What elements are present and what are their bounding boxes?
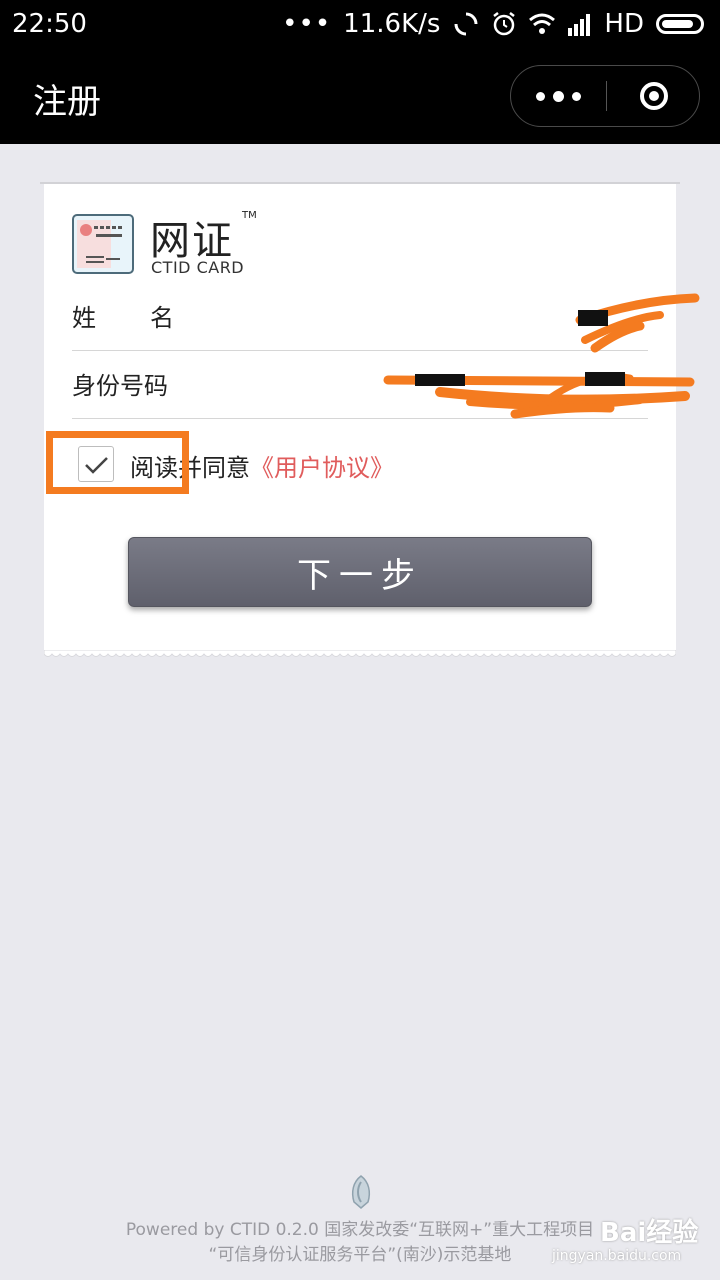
watermark-brand: Bai经验 <box>600 1218 699 1248</box>
network-type: HD <box>604 9 644 39</box>
battery-level <box>662 20 693 28</box>
alarm-icon <box>493 12 516 36</box>
status-time: 22:50 <box>12 9 87 39</box>
divider <box>72 418 648 419</box>
brand-subtitle: CTID CARD <box>151 258 245 277</box>
highlight-annotation <box>46 431 189 494</box>
trademark-mark: TM <box>242 210 257 221</box>
page-title: 注册 <box>33 82 101 122</box>
signal-icon <box>568 14 591 36</box>
target-icon <box>639 82 668 110</box>
dot-icon <box>536 91 545 101</box>
navigation-bar: 注册 <box>0 50 720 144</box>
status-indicators: ••• 11.6K/s HD <box>282 9 704 39</box>
id-number-label: 身份号码 <box>72 372 168 400</box>
divider <box>72 350 648 351</box>
id-number-field[interactable]: 身份号码 <box>72 352 648 418</box>
watermark-url: jingyan.baidu.com <box>552 1248 682 1264</box>
more-button[interactable] <box>511 66 606 126</box>
close-mini-program-button[interactable] <box>607 66 700 126</box>
network-speed: 11.6K/s <box>343 9 441 39</box>
battery-icon <box>656 14 704 34</box>
mini-program-capsule <box>510 65 700 127</box>
more-notifications-icon: ••• <box>282 9 332 39</box>
ctid-shield-icon <box>351 1175 371 1209</box>
dot-icon <box>553 90 564 102</box>
name-field[interactable]: 姓名 <box>72 284 648 350</box>
user-agreement-link[interactable]: 《用户协议》 <box>250 454 394 482</box>
next-step-button[interactable]: 下一步 <box>128 537 592 607</box>
dot-icon <box>572 91 581 101</box>
name-label: 姓名 <box>72 304 228 332</box>
sync-icon <box>454 12 478 36</box>
card-wavy-edge <box>44 650 676 657</box>
wifi-icon <box>529 13 556 34</box>
id-card-logo-icon <box>72 214 134 274</box>
status-bar: 22:50 ••• 11.6K/s HD <box>0 0 720 50</box>
